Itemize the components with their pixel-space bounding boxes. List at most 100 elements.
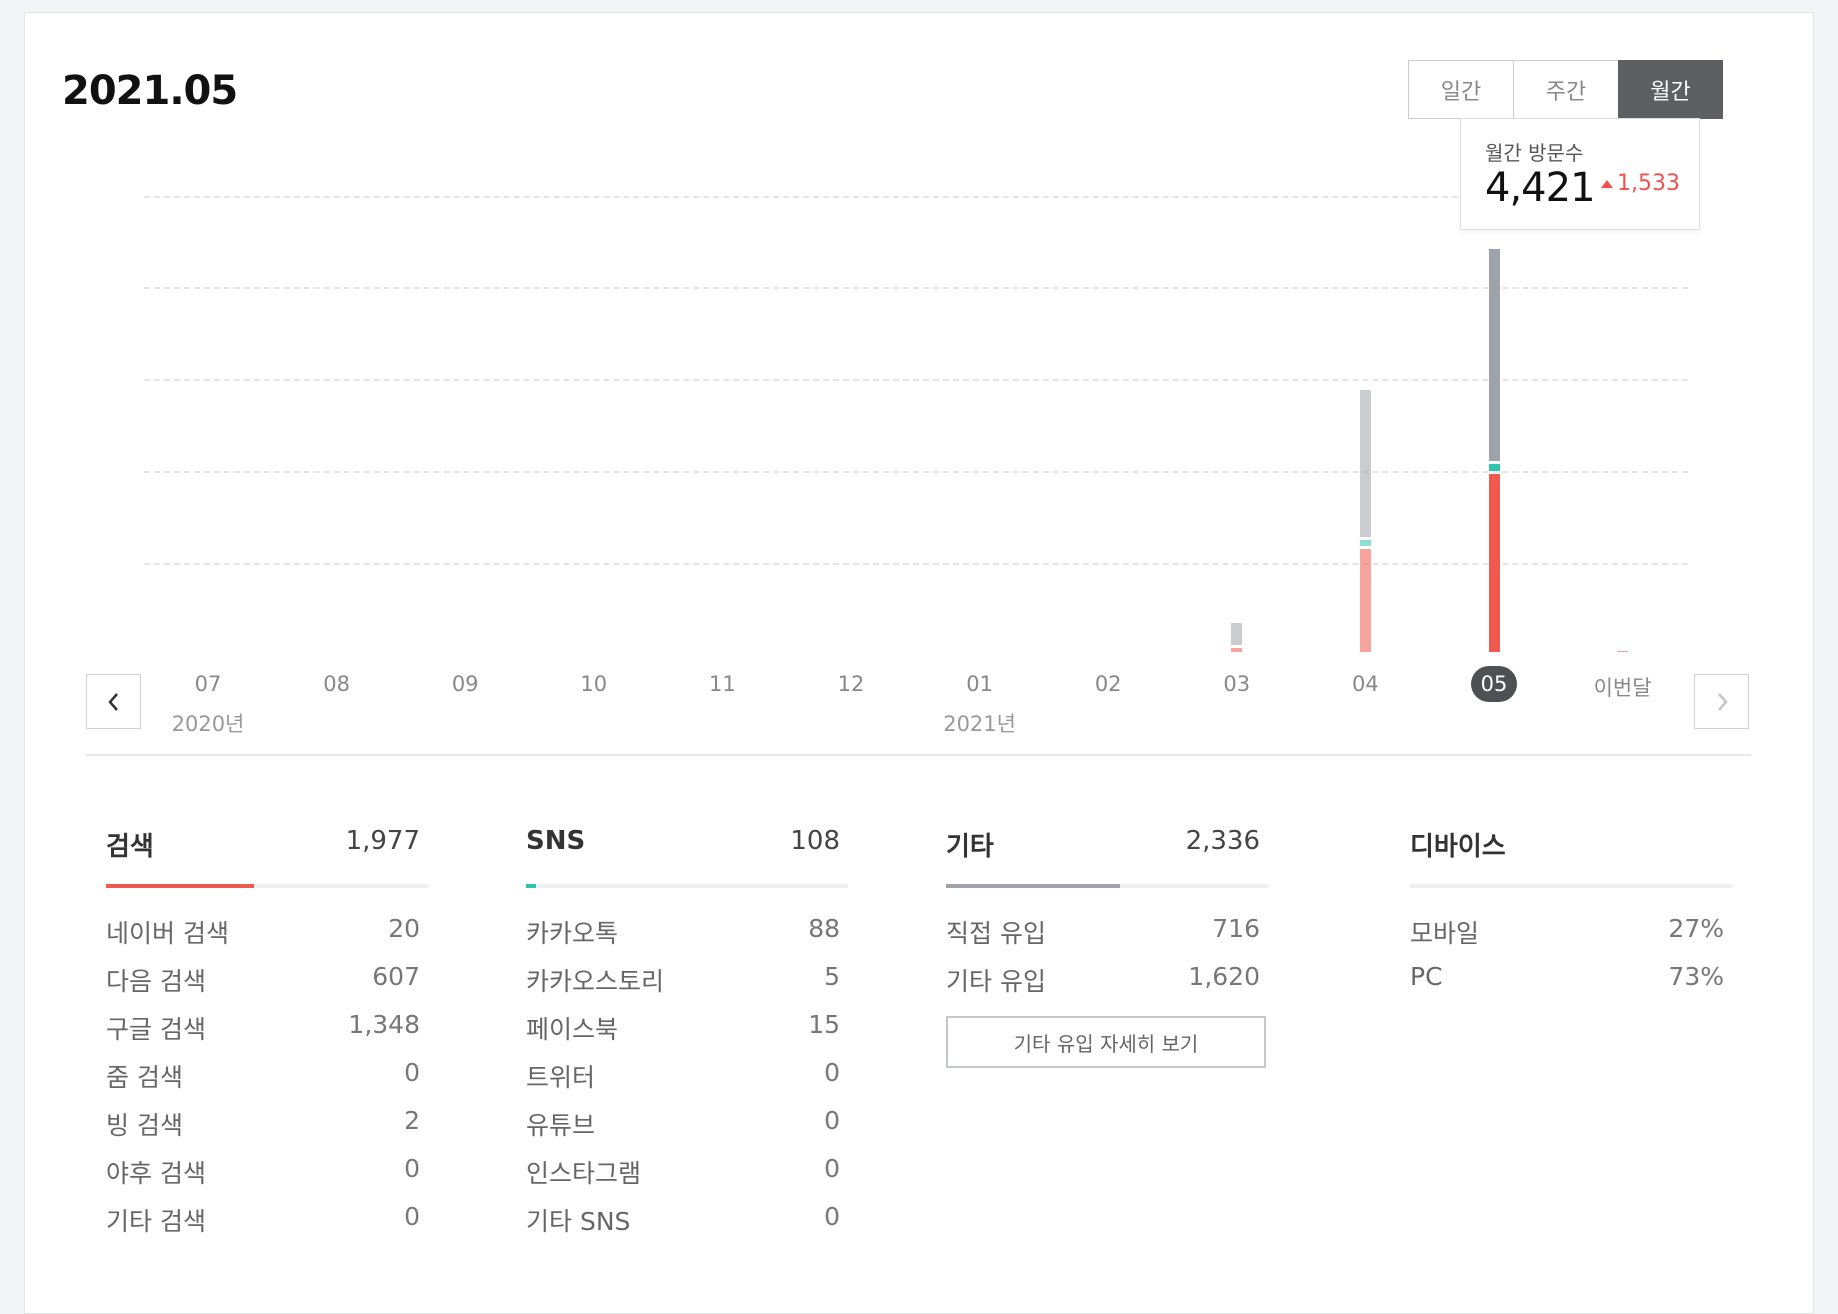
tab-daily[interactable]: 일간 [1408,60,1513,119]
stat-row-label: 기타 검색 [106,1207,206,1236]
stat-row-label: 네이버 검색 [106,919,229,948]
stat-list: 카카오톡 88 카카오스토리 5 페이스북 15 트위터 0 유튜브 0 인스타그램 0 기타 SNS 0 [526,914,848,1250]
other-inflow-detail-button[interactable]: 기타 유입 자세히 보기 [946,1016,1266,1068]
tab-weekly[interactable]: 주간 [1513,60,1618,119]
bar-segment[interactable] [1488,249,1500,461]
stat-row: 빙 검색 2 [106,1106,428,1154]
tooltip-label: 월간 방문수 [1485,141,1584,165]
bar-segment[interactable] [1359,549,1371,652]
x-tick-label[interactable]: 12 [821,672,881,696]
period-toggle: 일간 주간 월간 [1408,60,1723,119]
next-button[interactable] [1694,674,1749,729]
grid-line [144,471,1688,473]
stat-row-value: 27% [1668,914,1724,943]
prev-button[interactable] [86,674,141,729]
stat-progress-fill [106,884,255,888]
stat-row: 기타 SNS 0 [526,1202,848,1250]
stat-row-value: 1,348 [348,1010,420,1039]
stat-column: 디바이스모바일 27% PC 73% [1410,826,1732,1010]
stat-total: 108 [790,826,840,856]
stat-row-value: 2 [404,1106,420,1135]
stat-list: 직접 유입 716 기타 유입 1,620 [946,914,1268,1010]
stat-header: 기타 2,336 [946,826,1268,866]
stat-row-label: 다음 검색 [106,967,206,996]
x-tick-label[interactable]: 07 [178,672,238,696]
stat-row-value: 0 [404,1058,420,1087]
stat-row: 카카오톡 88 [526,914,848,962]
tooltip-value: 4,421 [1485,165,1596,211]
stat-progress-fill [946,884,1120,888]
x-tick-label[interactable]: 01 [950,672,1010,696]
stat-row: 트위터 0 [526,1058,848,1106]
stat-row-value: 0 [404,1202,420,1231]
x-tick-label[interactable]: 이번달 [1593,672,1653,702]
stat-row: 인스타그램 0 [526,1154,848,1202]
stat-column: 검색 1,977 네이버 검색 20 다음 검색 607 구글 검색 1,348 줌 검색 0 빙 … [106,826,428,1250]
stat-row: 줌 검색 0 [106,1058,428,1106]
stat-row-value: 5 [824,962,840,991]
stat-row-label: 구글 검색 [106,1015,206,1044]
stat-row: 다음 검색 607 [106,962,428,1010]
stat-row-value: 73% [1668,962,1724,991]
chevron-right-icon [1717,692,1728,711]
grid-line [144,196,1688,198]
stat-row: PC 73% [1410,962,1732,1010]
stat-row-value: 0 [824,1202,840,1231]
year-label: 2021년 [943,712,1016,736]
x-tick-label[interactable]: 09 [435,672,495,696]
stat-row-value: 1,620 [1188,962,1260,991]
stat-title: 기타 [946,832,994,862]
stat-row: 모바일 27% [1410,914,1732,962]
x-tick-label[interactable]: 08 [307,672,367,696]
x-tick-label[interactable]: 04 [1335,672,1395,696]
stat-row-value: 20 [388,914,420,943]
tooltip-delta: 1,533 [1601,171,1680,196]
stat-row-label: 카카오스토리 [526,967,665,996]
stat-list: 모바일 27% PC 73% [1410,914,1732,1010]
stat-row: 구글 검색 1,348 [106,1010,428,1058]
tooltip-delta-value: 1,533 [1617,171,1680,196]
stat-row-label: 페이스북 [526,1015,619,1044]
stat-row-label: PC [1410,962,1443,991]
stat-row-value: 15 [808,1010,840,1039]
bar-segment[interactable] [1359,389,1371,537]
bar-segment[interactable] [1231,622,1243,645]
stat-list: 네이버 검색 20 다음 검색 607 구글 검색 1,348 줌 검색 0 빙 검색 2 야후 검… [106,914,428,1250]
grid-line [144,287,1688,289]
stat-progress-track [526,884,848,888]
x-tick-label[interactable]: 10 [564,672,624,696]
grid-line [144,563,1688,565]
stat-row-label: 기타 SNS [526,1207,631,1236]
stat-progress-track [946,884,1268,888]
stat-row-label: 모바일 [1410,919,1480,948]
stat-row-value: 88 [808,914,840,943]
stat-row-value: 607 [372,962,420,991]
stat-row-label: 야후 검색 [106,1159,206,1188]
stat-column: SNS 108 카카오톡 88 카카오스토리 5 페이스북 15 트위터 0 유튜브 0 인스타그램 0 기… [526,826,848,1250]
x-tick-label[interactable]: 05 [1471,666,1517,702]
x-tick-label[interactable]: 11 [692,672,752,696]
bar-segment[interactable] [1231,647,1243,652]
bar-segment[interactable] [1488,473,1500,652]
stat-total: 2,336 [1185,826,1260,856]
stat-title: 검색 [106,832,154,862]
stat-row: 기타 검색 0 [106,1202,428,1250]
stat-row-value: 0 [824,1106,840,1135]
bar-segment[interactable] [1488,463,1500,471]
bar-segment[interactable] [1617,651,1629,652]
stat-progress-track [106,884,428,888]
x-tick-label[interactable]: 02 [1078,672,1138,696]
stat-progress-track [1410,884,1732,888]
year-label: 2020년 [171,712,245,736]
stat-row-label: 빙 검색 [106,1111,183,1140]
up-arrow-icon [1601,180,1613,188]
bar-segment[interactable] [1359,539,1371,547]
x-tick-label[interactable]: 03 [1207,672,1267,696]
stat-row: 기타 유입 1,620 [946,962,1268,1010]
tab-monthly[interactable]: 월간 [1618,60,1723,119]
stat-row: 카카오스토리 5 [526,962,848,1010]
stat-row-value: 716 [1212,914,1260,943]
stat-title: 디바이스 [1410,832,1506,862]
stat-row: 네이버 검색 20 [106,914,428,962]
stat-header: 검색 1,977 [106,826,428,866]
